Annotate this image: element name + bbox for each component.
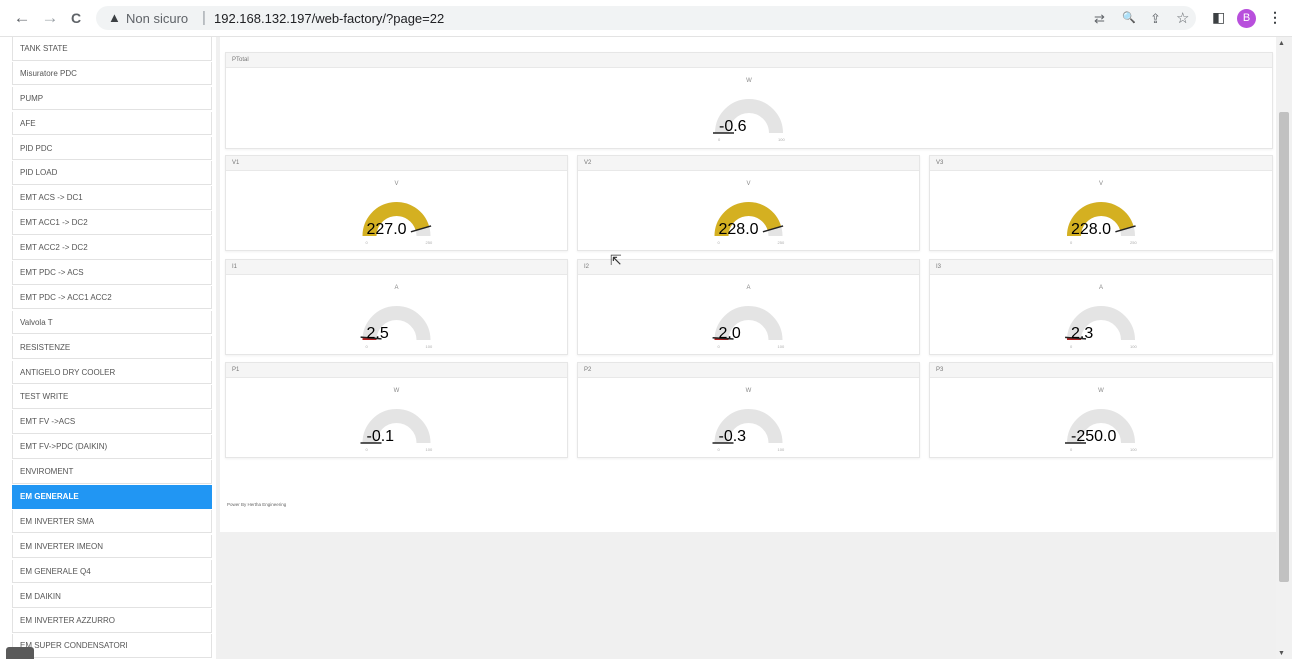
gauge-card: I1 A 2.5 0 100	[225, 259, 568, 355]
sidebar-item[interactable]: TANK STATE	[12, 37, 212, 61]
gauge-max-label: 100	[1130, 344, 1137, 349]
forward-icon[interactable]: →	[40, 8, 60, 28]
sidebar-item[interactable]: EMT ACS -> DC1	[12, 186, 212, 210]
gauge-min-label: 0	[1070, 447, 1073, 452]
gauge-card: P3 W -250.0 0 100	[929, 362, 1273, 458]
gauge-max-label: 100	[425, 447, 433, 452]
gauge-card: P1 W -0.1 0 100	[225, 362, 568, 458]
gauge-value: 228.0	[1071, 221, 1112, 238]
gauge-dial	[712, 306, 783, 341]
reload-icon[interactable]: C	[66, 8, 86, 28]
gauge-dial	[712, 409, 783, 444]
gauge-card: P2 W -0.3 0 100	[577, 362, 920, 458]
sidebar-item[interactable]: ANTIGELO DRY COOLER	[12, 360, 212, 385]
gauge-min-label: 0	[365, 344, 368, 349]
profile-avatar[interactable]: B	[1237, 9, 1256, 28]
gauge-max-label: 100	[1130, 447, 1137, 452]
sidebar-item[interactable]: PID PDC	[12, 136, 212, 161]
warning-icon: ▲	[108, 10, 121, 25]
gauge-value: 2.3	[1071, 325, 1094, 342]
gauge-value: -0.1	[366, 428, 395, 445]
gauge-max-label: 100	[778, 137, 785, 142]
gauge-min-label: 0	[717, 240, 720, 245]
gauge-max-label: 100	[425, 344, 433, 349]
sidebar-item[interactable]: ENVIROMENT	[12, 460, 212, 484]
gauge-max-label: 100	[777, 344, 785, 349]
sidebar-item[interactable]: Valvola T	[12, 310, 212, 335]
share-icon[interactable]: ⇪	[1150, 11, 1161, 27]
gauge-min-label: 0	[365, 240, 368, 245]
gauge-min-label: 0	[717, 344, 720, 349]
sidebar-item[interactable]: TEST WRITE	[12, 385, 212, 409]
gauge-value: -0.6	[719, 118, 747, 135]
url-text[interactable]: 192.168.132.197/web-factory/?page=22	[214, 11, 444, 26]
sidebar-item[interactable]: EM DAIKIN	[12, 584, 212, 609]
gauge-dial	[360, 409, 431, 444]
gauge-dial	[360, 306, 431, 341]
security-label[interactable]: Non sicuro	[126, 11, 188, 26]
sidebar-item[interactable]: EM INVERTER IMEON	[12, 534, 212, 559]
scroll-down-arrow-icon[interactable]: ▼	[1278, 650, 1285, 657]
sidebar-item[interactable]: EM INVERTER SMA	[12, 509, 212, 534]
sidebar-item[interactable]: EMT ACC1 -> DC2	[12, 211, 212, 235]
gauge-min-label: 0	[717, 447, 720, 452]
sidebar-item[interactable]: EMT FV ->ACS	[12, 410, 212, 434]
sidebar-item[interactable]: Misuratore PDC	[12, 61, 212, 86]
gauge-max-label: 100	[777, 447, 785, 452]
translate-icon[interactable]: ⇄	[1094, 11, 1105, 27]
mouse-cursor-icon: ⇱	[610, 252, 622, 268]
sidebar-item[interactable]: EM GENERALE Q4	[12, 559, 212, 584]
gauge-value: 2.5	[366, 325, 389, 342]
menu-icon[interactable]: ⋮	[1268, 9, 1282, 26]
sidebar-item[interactable]: EM INVERTER AZZURRO	[12, 609, 212, 633]
gauge-value: 228.0	[718, 221, 759, 238]
gauge-min-label: 0	[1070, 344, 1073, 349]
sidebar-item[interactable]: EM SUPER CONDENSATORI	[12, 634, 212, 658]
sidebar-item[interactable]: PUMP	[12, 86, 212, 111]
gauge-card: V3 V 228.0 0 250	[929, 155, 1273, 251]
gauge-value: -0.3	[718, 428, 747, 445]
gauge-dial	[1065, 306, 1135, 341]
gauge-min-label: 0	[365, 447, 368, 452]
sidebar-item[interactable]: EMT PDC -> ACS	[12, 261, 212, 285]
sidebar-nav: TANK STATE Misuratore PDC PUMP AFE PID PDC PI…	[12, 37, 212, 659]
gauge-max-label: 250	[1130, 240, 1137, 245]
sidebar-item[interactable]: EMT ACC2 -> DC2	[12, 236, 212, 260]
back-icon[interactable]: ←	[12, 8, 32, 28]
gauge-card: I3 A 2.3 0 100	[929, 259, 1273, 355]
url-separator: |	[202, 9, 206, 26]
gauge-card: I2 A 2.0 0 100	[577, 259, 920, 355]
gauge-value: 227.0	[366, 221, 407, 238]
sidebar-item[interactable]: RESISTENZE	[12, 335, 212, 360]
gauge-max-label: 250	[777, 240, 785, 245]
bookmark-star-icon[interactable]: ☆	[1176, 9, 1189, 27]
scrollbar-thumb[interactable]	[1279, 112, 1289, 582]
sidebar-item[interactable]: EM GENERALE	[12, 485, 212, 509]
footer-credit: Power By Hertha Engineering	[227, 502, 287, 507]
zoom-icon[interactable]: 🔍	[1122, 11, 1136, 24]
sidebar-item[interactable]: EMT FV->PDC (DAIKIN)	[12, 435, 212, 459]
sidebar-collapse-handle[interactable]	[6, 647, 34, 659]
gauge-min-label: 0	[718, 137, 721, 142]
sidebar-item[interactable]: EMT PDC -> ACC1 ACC2	[12, 285, 212, 310]
gauge-card: PTotal W -0.6 0 100	[225, 52, 1273, 149]
sidebar-item[interactable]: AFE	[12, 111, 212, 136]
scroll-up-arrow-icon[interactable]: ▲	[1278, 40, 1285, 47]
gauge-card: V2 V 228.0 0 250	[577, 155, 920, 251]
side-panel-icon[interactable]: ◧	[1212, 9, 1225, 26]
sidebar-item[interactable]: PID LOAD	[12, 161, 212, 185]
address-bar[interactable]: ▲ Non sicuro | 192.168.132.197/web-facto…	[96, 6, 1196, 30]
browser-toolbar: ← → C ▲ Non sicuro | 192.168.132.197/web…	[0, 0, 1292, 37]
gauge-max-label: 250	[425, 240, 433, 245]
gauge-min-label: 0	[1070, 240, 1073, 245]
gauge-card: V1 V 227.0 0 250	[225, 155, 568, 251]
gauge-value: 2.0	[718, 325, 741, 342]
gauge-dial	[713, 99, 783, 134]
gauge-value: -250.0	[1071, 428, 1117, 445]
